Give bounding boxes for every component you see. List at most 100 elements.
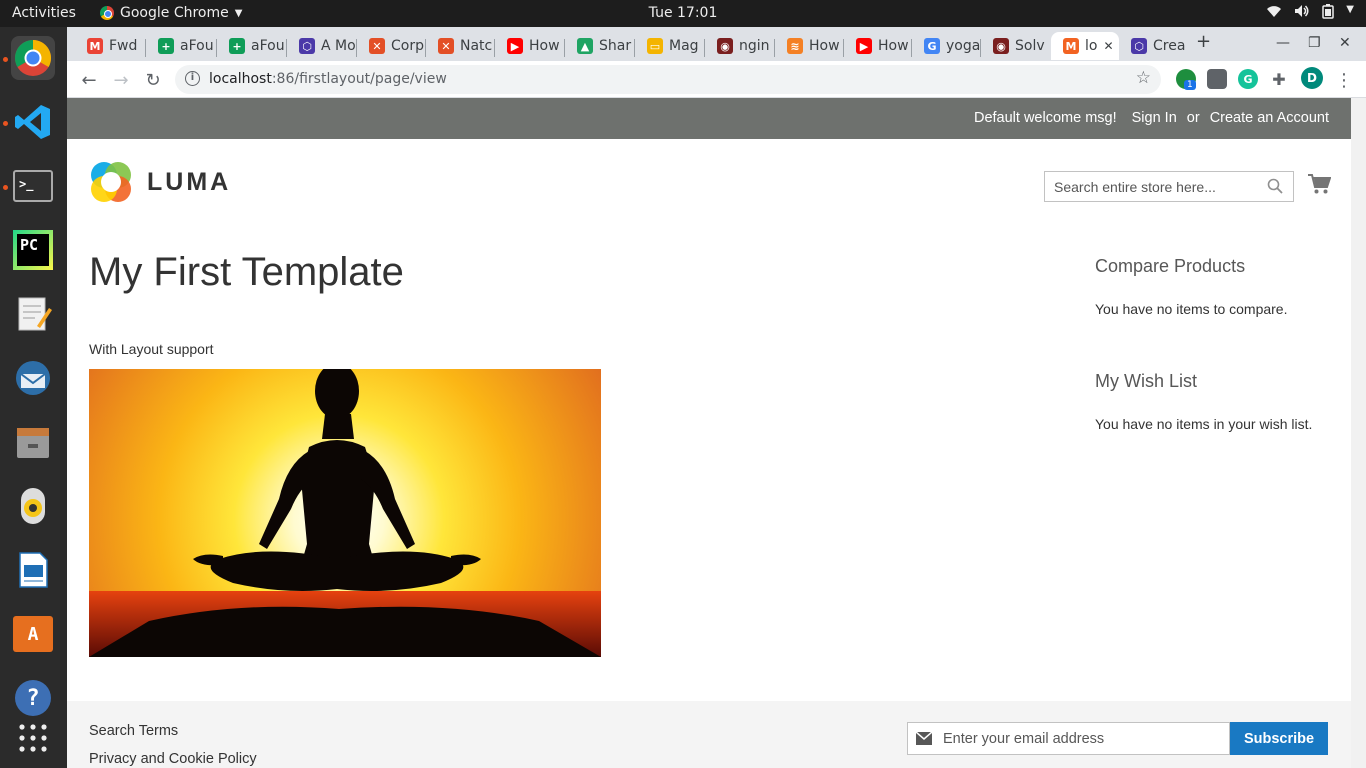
tab-title: Fwd: [109, 38, 138, 54]
search-box: [1044, 171, 1294, 202]
tab-4[interactable]: ✕ Corp: [357, 32, 426, 60]
tab-10[interactable]: ≋ How: [775, 32, 844, 60]
puzzle-extensions-icon[interactable]: ✚: [1269, 69, 1289, 89]
tab-favicon-icon: ⬡: [1131, 38, 1147, 54]
dock-chrome-icon[interactable]: [11, 36, 55, 80]
tab-5[interactable]: ✕ Natc: [426, 32, 495, 60]
address-bar[interactable]: i localhost:86/firstlayout/page/view ☆: [175, 65, 1161, 94]
system-top-bar: Activities Google Chrome ▼ Tue 17:01 ▼: [0, 0, 1366, 27]
tab-favicon-icon: ▲: [577, 38, 593, 54]
minimize-button[interactable]: —: [1276, 35, 1290, 51]
welcome-message: Default welcome msg!: [973, 110, 1117, 126]
tab-8[interactable]: ▭ Mag: [635, 32, 705, 60]
url-text[interactable]: localhost:86/firstlayout/page/view: [209, 71, 447, 87]
tab-favicon-icon: M: [1063, 38, 1079, 54]
tab-favicon-icon: ▶: [507, 38, 523, 54]
or-text: or: [1186, 110, 1200, 126]
tab-12[interactable]: Gyoga: [912, 32, 981, 60]
close-window-button[interactable]: ✕: [1339, 35, 1351, 51]
restore-button[interactable]: ❐: [1308, 35, 1321, 51]
tab-15[interactable]: ⬡ Crea: [1119, 32, 1188, 60]
compare-products-title: Compare Products: [1095, 256, 1246, 276]
show-applications-icon[interactable]: [11, 716, 55, 760]
close-tab-icon[interactable]: ✕: [1103, 39, 1113, 53]
tab-title: lo: [1085, 38, 1098, 54]
tab-title: How: [809, 38, 840, 54]
page-footer: Search Terms Privacy and Cookie Policy S…: [67, 701, 1351, 768]
page-title: My First Template: [89, 250, 404, 294]
tab-6[interactable]: ▶ How: [495, 32, 565, 60]
new-tab-button[interactable]: +: [1196, 31, 1211, 52]
subscribe-button[interactable]: Subscribe: [1230, 722, 1328, 755]
search-input[interactable]: [1045, 172, 1255, 201]
store-logo[interactable]: LUMA: [89, 160, 231, 204]
tab-title: A Mo: [321, 38, 356, 54]
footer-link-search-terms[interactable]: Search Terms: [89, 723, 178, 739]
tab-favicon-icon: G: [924, 38, 940, 54]
tab-0[interactable]: M Fwd: [75, 32, 146, 60]
system-tray[interactable]: ▼: [1266, 4, 1354, 23]
tab-title: Natc: [460, 38, 493, 54]
dock-vscode-icon[interactable]: [11, 100, 55, 144]
footer-link-privacy[interactable]: Privacy and Cookie Policy: [89, 751, 257, 767]
activities-button[interactable]: Activities: [12, 5, 76, 21]
cart-icon[interactable]: [1307, 172, 1332, 196]
create-account-link[interactable]: Create an Account: [1210, 110, 1329, 126]
dock-text-editor-icon[interactable]: [11, 292, 55, 336]
profile-avatar[interactable]: D: [1301, 67, 1323, 89]
panel-header: Default welcome msg! Sign In or Create a…: [67, 98, 1351, 139]
back-arrow-icon[interactable]: ←: [76, 67, 102, 93]
browser-toolbar: ← → ↻ i localhost:86/firstlayout/page/vi…: [67, 61, 1366, 98]
tab-11[interactable]: ▶ How: [844, 32, 912, 60]
running-indicator: [3, 185, 8, 190]
app-menu[interactable]: Google Chrome ▼: [100, 5, 242, 21]
newsletter-email-input[interactable]: [943, 723, 1223, 754]
dock-pycharm-icon[interactable]: PC: [11, 228, 55, 272]
wifi-icon: [1266, 4, 1282, 23]
tab-14[interactable]: Mlo ✕: [1051, 32, 1119, 60]
compare-products-empty: You have no items to compare.: [1095, 301, 1288, 317]
tab-favicon-icon: ▭: [647, 38, 663, 54]
bookmark-star-icon[interactable]: ☆: [1136, 68, 1151, 88]
site-info-icon[interactable]: i: [185, 71, 200, 86]
dock-software-icon[interactable]: A: [11, 612, 55, 656]
grammarly-icon[interactable]: G: [1238, 69, 1258, 89]
search-icon[interactable]: [1267, 178, 1283, 194]
sign-in-link[interactable]: Sign In: [1132, 110, 1177, 126]
dock-rhythmbox-icon[interactable]: [11, 484, 55, 528]
tab-7[interactable]: ▲ Shar: [565, 32, 635, 60]
more-menu-icon[interactable]: ⋮: [1331, 67, 1357, 93]
dock: >_ PC A ?: [0, 27, 67, 768]
tab-1[interactable]: + aFou: [146, 32, 217, 60]
running-indicator: [3, 121, 8, 126]
newsletter-field: [907, 722, 1230, 755]
tab-title: Corp: [391, 38, 424, 54]
dock-terminal-icon[interactable]: >_: [11, 164, 55, 208]
envelope-icon: [915, 731, 933, 745]
tab-favicon-icon: ⬡: [299, 38, 315, 54]
forward-arrow-icon[interactable]: →: [108, 67, 134, 93]
shield-extension-icon[interactable]: [1207, 69, 1227, 89]
logo-text: LUMA: [147, 167, 232, 196]
dock-files-icon[interactable]: [11, 420, 55, 464]
dock-thunderbird-icon[interactable]: [11, 356, 55, 400]
tab-favicon-icon: ◉: [993, 38, 1009, 54]
running-indicator: [3, 57, 8, 62]
dock-writer-icon[interactable]: [11, 548, 55, 592]
page-scrollbar[interactable]: [1351, 98, 1366, 768]
dock-help-icon[interactable]: ?: [11, 676, 55, 720]
tab-title: ngin: [739, 38, 770, 54]
tab-3[interactable]: ⬡ A Mo: [287, 32, 357, 60]
tab-2[interactable]: + aFou: [217, 32, 287, 60]
tab-title: aFou: [251, 38, 285, 54]
reload-icon[interactable]: ↻: [140, 67, 166, 93]
battery-icon: [1322, 4, 1335, 23]
tab-title: yoga: [946, 38, 981, 54]
tab-favicon-icon: ✕: [369, 38, 385, 54]
tab-13[interactable]: ◉ Solv: [981, 32, 1051, 60]
tab-9[interactable]: ◉ ngin: [705, 32, 775, 60]
yoga-hero-image: [89, 369, 601, 657]
app-menu-label: Google Chrome: [120, 5, 229, 21]
tab-title: Crea: [1153, 38, 1186, 54]
tab-favicon-icon: ✕: [438, 38, 454, 54]
